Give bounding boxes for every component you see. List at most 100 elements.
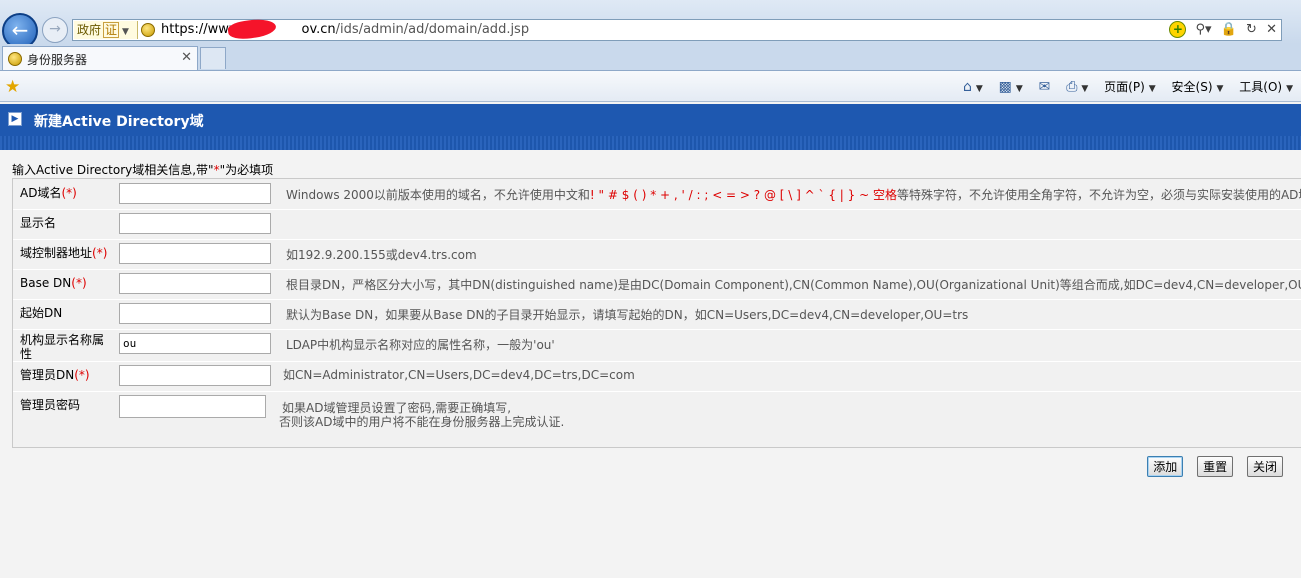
header-stripe [0,136,1301,150]
site-favicon-icon [8,52,22,66]
intro-suffix: "为必填项 [219,163,274,177]
chevron-down-icon: ▼ [1216,84,1224,94]
tab-identity-server[interactable]: 身份服务器 ✕ [2,46,198,70]
printer-icon: ⎙ [1066,79,1078,95]
ad-domain-input[interactable] [119,183,271,204]
admin-dn-input[interactable] [119,365,271,386]
browser-toolbar: ← → 政府证 ▼ https://www ov.cn/ids/admin/ad/d… [0,0,1301,49]
form-instructions: 输入Active Directory域相关信息,带"*"为必填项 [12,161,273,178]
org-display-attr-hint: LDAP中机构显示名称对应的属性名称，一般为'ou' [286,338,555,352]
home-icon: ⌂ [963,79,972,95]
rss-icon: ▩ [998,79,1012,95]
hint-text-2: 等特殊字符，不允许使用全角字符，不允许为空，必须与实际安装使用的AD域域名一致 [896,188,1301,202]
label-text: AD域名 [20,186,62,200]
add-button[interactable]: 添加 [1147,456,1184,477]
org-display-attr-input[interactable] [119,333,271,354]
site-identity-icon [141,23,155,37]
home-button[interactable]: ⌂ ▼ [963,79,983,95]
page-menu[interactable]: 页面(P) ▼ [1104,78,1156,95]
expand-icon[interactable]: ▶ [8,112,22,126]
dc-address-hint: 如192.9.200.155或dev4.trs.com [286,248,477,262]
admin-password-hint: 如果AD域管理员设置了密码,需要正确填写, 否则该AD域中的用户将不能在身份服务… [279,401,564,429]
chevron-down-icon: ▼ [1286,84,1293,94]
base-dn-hint: 根目录DN，严格区分大小写，其中DN(distinguished name)是由… [286,278,1301,292]
mail-button[interactable]: ✉ [1039,79,1051,95]
start-dn-label: 起始DN [20,306,116,320]
new-tab-button[interactable] [200,47,226,69]
form-row-dc-address: 域控制器地址(*) 如192.9.200.155或dev4.trs.com [13,239,1301,270]
compatibility-view-icon[interactable]: + [1169,21,1187,38]
start-dn-hint: 默认为Base DN，如果要从Base DN的子目录开始显示，请填写起始的DN，… [286,308,969,322]
lock-icon[interactable]: 🔒 [1221,22,1237,37]
hint-text: Windows 2000以前版本使用的域名，不允许使用中文和 [286,188,590,202]
org-display-attr-label: 机构显示名称属性 [20,333,105,361]
arrow-right-icon: → [49,21,61,37]
refresh-icon[interactable]: ↻ [1246,22,1257,37]
page-header-banner: ▶ 新建Active Directory域 [0,104,1301,136]
close-button[interactable]: 关闭 [1246,456,1283,477]
label-text: 管理员DN [20,368,75,382]
hint-line-1: 如果AD域管理员设置了密码,需要正确填写, [282,401,512,415]
stop-icon[interactable]: ✕ [1266,22,1277,37]
mail-icon: ✉ [1038,79,1051,95]
cert-label: 证 [103,22,120,38]
ad-domain-form: AD域名(*) Windows 2000以前版本使用的域名，不允许使用中文和! … [12,178,1301,448]
tab-strip: 身份服务器 ✕ [0,44,1301,71]
reset-button[interactable]: 重置 [1197,456,1234,477]
required-mark: (*) [74,368,90,382]
feeds-button[interactable]: ▩ ▼ [999,79,1023,95]
forbidden-chars: ! " # $ ( ) * + , ' / : ; < = > ? @ [ \ … [589,188,897,202]
display-name-input[interactable] [119,213,271,234]
url-domain: ov.cn [301,22,336,37]
command-bar: ★ ⌂ ▼ ▩ ▼ ✉ ⎙ ▼ 页面(P) ▼ 安全(S) ▼ 工具(O) ▼ [0,71,1301,102]
display-name-label: 显示名 [20,216,116,230]
form-row-admin-password: 管理员密码 如果AD域管理员设置了密码,需要正确填写, 否则该AD域中的用户将不… [13,391,1301,431]
favorites-star-icon[interactable]: ★ [5,77,20,97]
form-row-start-dn: 起始DN 默认为Base DN，如果要从Base DN的子目录开始显示，请填写起… [13,299,1301,330]
print-button[interactable]: ⎙ ▼ [1066,79,1088,95]
required-mark: (*) [71,276,87,290]
tab-title: 身份服务器 [27,53,88,67]
redaction-mark [226,16,278,42]
label-text: 域控制器地址 [20,246,93,260]
safety-menu-label: 安全(S) [1171,80,1213,94]
chevron-down-icon: ▼ [975,84,983,94]
required-mark: (*) [61,186,77,200]
gov-site-badge[interactable]: 政府证 ▼ [74,21,138,39]
form-row-ad-domain: AD域名(*) Windows 2000以前版本使用的域名，不允许使用中文和! … [13,179,1301,210]
form-actions: 添加 重置 关闭 [1137,456,1283,477]
chevron-down-icon: ▼ [1015,84,1023,94]
tools-menu[interactable]: 工具(O) ▼ [1239,78,1293,95]
ad-domain-label: AD域名(*) [20,186,116,200]
required-mark: (*) [92,246,108,260]
base-dn-input[interactable] [119,273,271,294]
chevron-down-icon: ▼ [1081,84,1089,94]
dc-address-input[interactable] [119,243,271,264]
chevron-down-icon: ▼ [1148,84,1156,94]
command-bar-menu: ⌂ ▼ ▩ ▼ ✉ ⎙ ▼ 页面(P) ▼ 安全(S) ▼ 工具(O) ▼ [951,78,1293,95]
close-icon[interactable]: ✕ [181,50,192,65]
form-row-admin-dn: 管理员DN(*) 如CN=Administrator,CN=Users,DC=d… [13,361,1301,392]
admin-password-input[interactable] [119,395,266,418]
chevron-down-icon: ▼ [122,27,129,37]
hint-line-2: 否则该AD域中的用户将不能在身份服务器上完成认证. [279,415,565,429]
form-row-org-display-attr: 机构显示名称属性 LDAP中机构显示名称对应的属性名称，一般为'ou' [13,329,1301,362]
admin-password-label: 管理员密码 [20,398,81,412]
page-content: ▶ 新建Active Directory域 输入Active Directory… [0,102,1301,578]
form-row-base-dn: Base DN(*) 根目录DN，严格区分大小写，其中DN(distinguis… [13,269,1301,300]
forward-button[interactable]: → [42,17,68,43]
safety-menu[interactable]: 安全(S) ▼ [1172,78,1224,95]
start-dn-input[interactable] [119,303,271,324]
url-text[interactable]: https://www ov.cn/ids/admin/ad/domain/add… [161,22,529,37]
label-text: Base DN [20,276,72,290]
page-menu-label: 页面(P) [1104,80,1145,94]
url-path: /ids/admin/ad/domain/add.jsp [335,22,530,37]
gov-label: 政府 [77,23,102,37]
label-text: 起始DN [20,306,63,320]
dc-address-label: 域控制器地址(*) [20,246,116,260]
form-row-display-name: 显示名 [13,209,1301,240]
admin-dn-label: 管理员DN(*) [20,368,116,382]
address-bar-icons: + ⚲▾ 🔒 ↻ ✕ [1164,21,1277,39]
address-bar[interactable]: 政府证 ▼ https://www ov.cn/ids/admin/ad/domai… [72,16,1282,42]
search-icon[interactable]: ⚲▾ [1196,22,1212,37]
